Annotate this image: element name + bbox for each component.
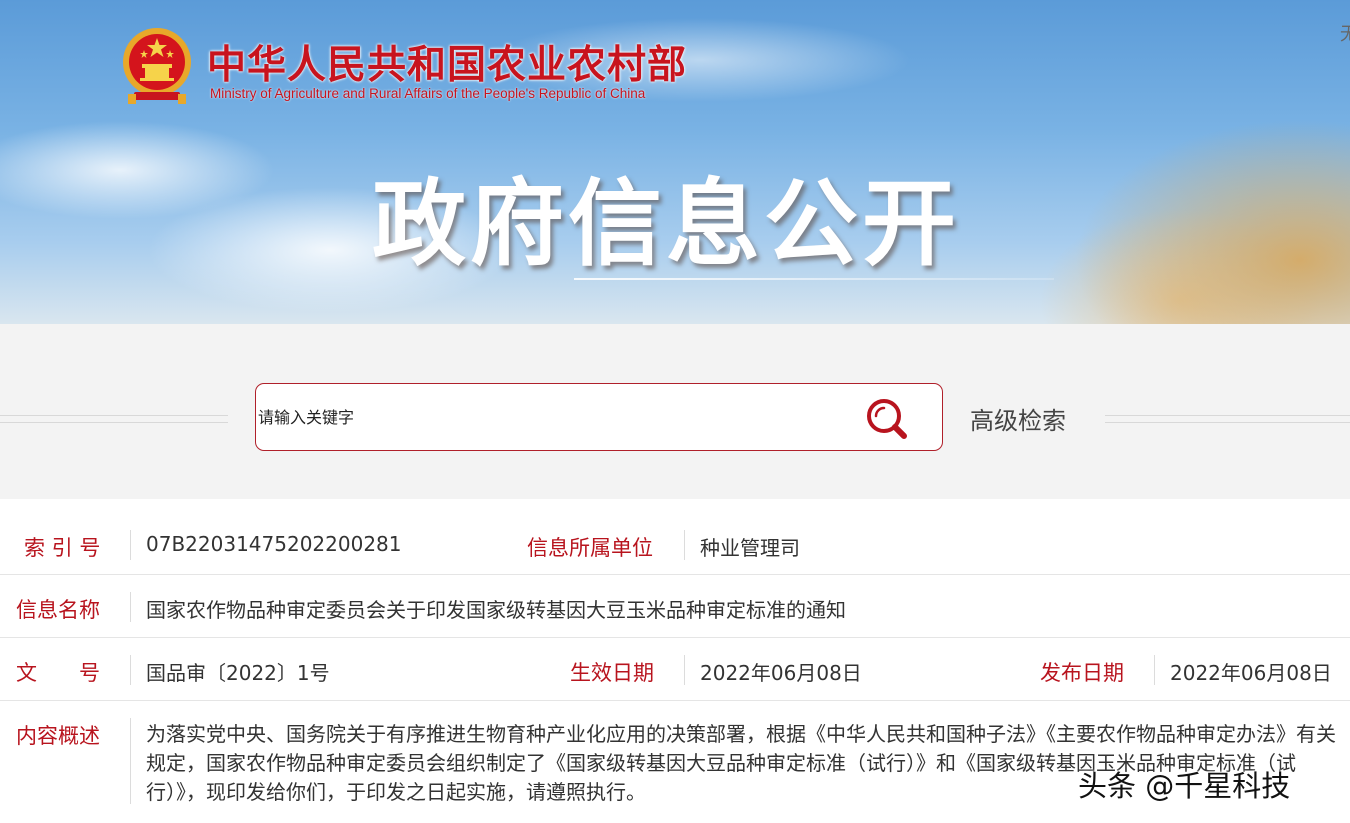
decorative-line-left	[0, 415, 228, 423]
index-number-label: 索 引 号	[24, 536, 101, 560]
column-divider	[130, 655, 131, 685]
column-divider	[684, 530, 685, 560]
search-icon[interactable]	[862, 394, 912, 444]
banner-title: 政府信息公开	[372, 170, 961, 279]
column-divider	[130, 530, 131, 560]
unit-value: 种业管理司	[700, 536, 800, 560]
decorative-line-right	[1105, 415, 1350, 423]
search-section: 高级检索	[0, 324, 1350, 499]
national-emblem-logo	[123, 28, 191, 104]
banner-divider	[574, 278, 1054, 280]
ministry-name-cn: 中华人民共和国农业农村部	[207, 42, 688, 88]
info-name-label: 信息名称	[16, 598, 100, 622]
column-divider	[130, 718, 131, 804]
effective-date-value: 2022年06月08日	[700, 661, 862, 685]
effective-date-label: 生效日期	[570, 661, 654, 685]
row-divider	[0, 574, 1350, 575]
corner-text[interactable]: 无	[1340, 20, 1350, 46]
header-banner: 中华人民共和国农业农村部 Ministry of Agriculture and…	[0, 0, 1350, 324]
watermark-text: 头条 @千星科技	[1078, 769, 1291, 803]
column-divider	[684, 655, 685, 685]
publish-date-label: 发布日期	[1040, 661, 1124, 685]
summary-label: 内容概述	[16, 724, 100, 748]
publish-date-value: 2022年06月08日	[1170, 661, 1332, 685]
row-divider	[0, 700, 1350, 701]
row-divider	[0, 637, 1350, 638]
advanced-search-link[interactable]: 高级检索	[970, 401, 1066, 436]
info-name-value: 国家农作物品种审定委员会关于印发国家级转基因大豆玉米品种审定标准的通知	[146, 598, 846, 622]
document-number-value: 国品审〔2022〕1号	[146, 661, 330, 685]
column-divider	[130, 592, 131, 622]
ministry-name-en: Ministry of Agriculture and Rural Affair…	[210, 86, 646, 101]
search-input[interactable]	[258, 402, 818, 432]
unit-label: 信息所属单位	[527, 536, 653, 560]
document-number-label: 文 号	[16, 661, 100, 685]
index-number-value: 07B22031475202200281	[146, 532, 402, 556]
search-box	[255, 383, 943, 451]
column-divider	[1154, 655, 1155, 685]
